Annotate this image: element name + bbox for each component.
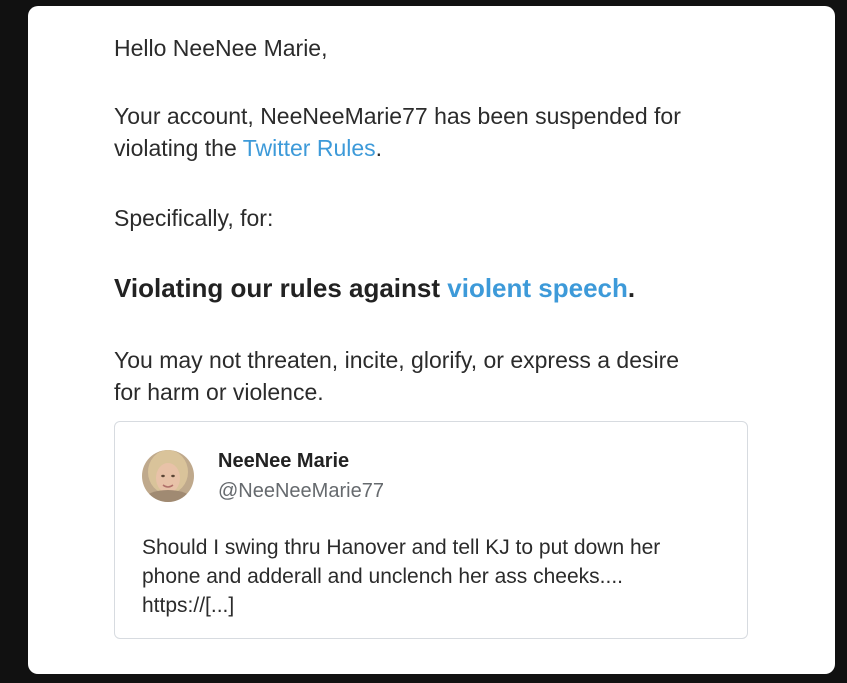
violation-prefix: Violating our rules against (114, 273, 448, 303)
embedded-tweet[interactable]: NeeNee Marie @NeeNeeMarie77 Should I swi… (114, 421, 748, 639)
avatar (142, 450, 194, 502)
rule-description-line-2: for harm or violence. (114, 379, 324, 405)
tweet-text-line-2: phone and adderall and unclench her ass … (142, 565, 624, 588)
rule-description: You may not threaten, incite, glorify, o… (114, 344, 679, 408)
suspension-line-1: Your account, NeeNeeMarie77 has been sus… (114, 103, 681, 129)
tweet-author-name: NeeNee Marie (218, 450, 350, 472)
suspension-notice: Your account, NeeNeeMarie77 has been sus… (114, 100, 681, 164)
greeting-text: Hello NeeNee Marie, (114, 35, 328, 61)
violation-heading: Violating our rules against violent spee… (114, 271, 635, 305)
violation-suffix: . (627, 273, 636, 303)
suspension-prefix: violating the (114, 135, 243, 161)
tweet-author-handle: @NeeNeeMarie77 (218, 480, 384, 502)
tweet-link[interactable]: https://[...] (142, 594, 234, 617)
email-card: Hello NeeNee Marie, Your account, NeeNee… (28, 6, 835, 674)
tweet-text-line-1: Should I swing thru Hanover and tell KJ … (142, 536, 661, 559)
avatar-photo-icon (142, 450, 194, 502)
tweet-body: Should I swing thru Hanover and tell KJ … (142, 533, 742, 620)
specifically-text: Specifically, for: (114, 205, 274, 231)
suspension-suffix: . (375, 135, 383, 161)
rule-description-line-1: You may not threaten, incite, glorify, o… (114, 347, 680, 373)
violent-speech-link[interactable]: violent speech (447, 273, 628, 303)
twitter-rules-link[interactable]: Twitter Rules (243, 135, 376, 161)
